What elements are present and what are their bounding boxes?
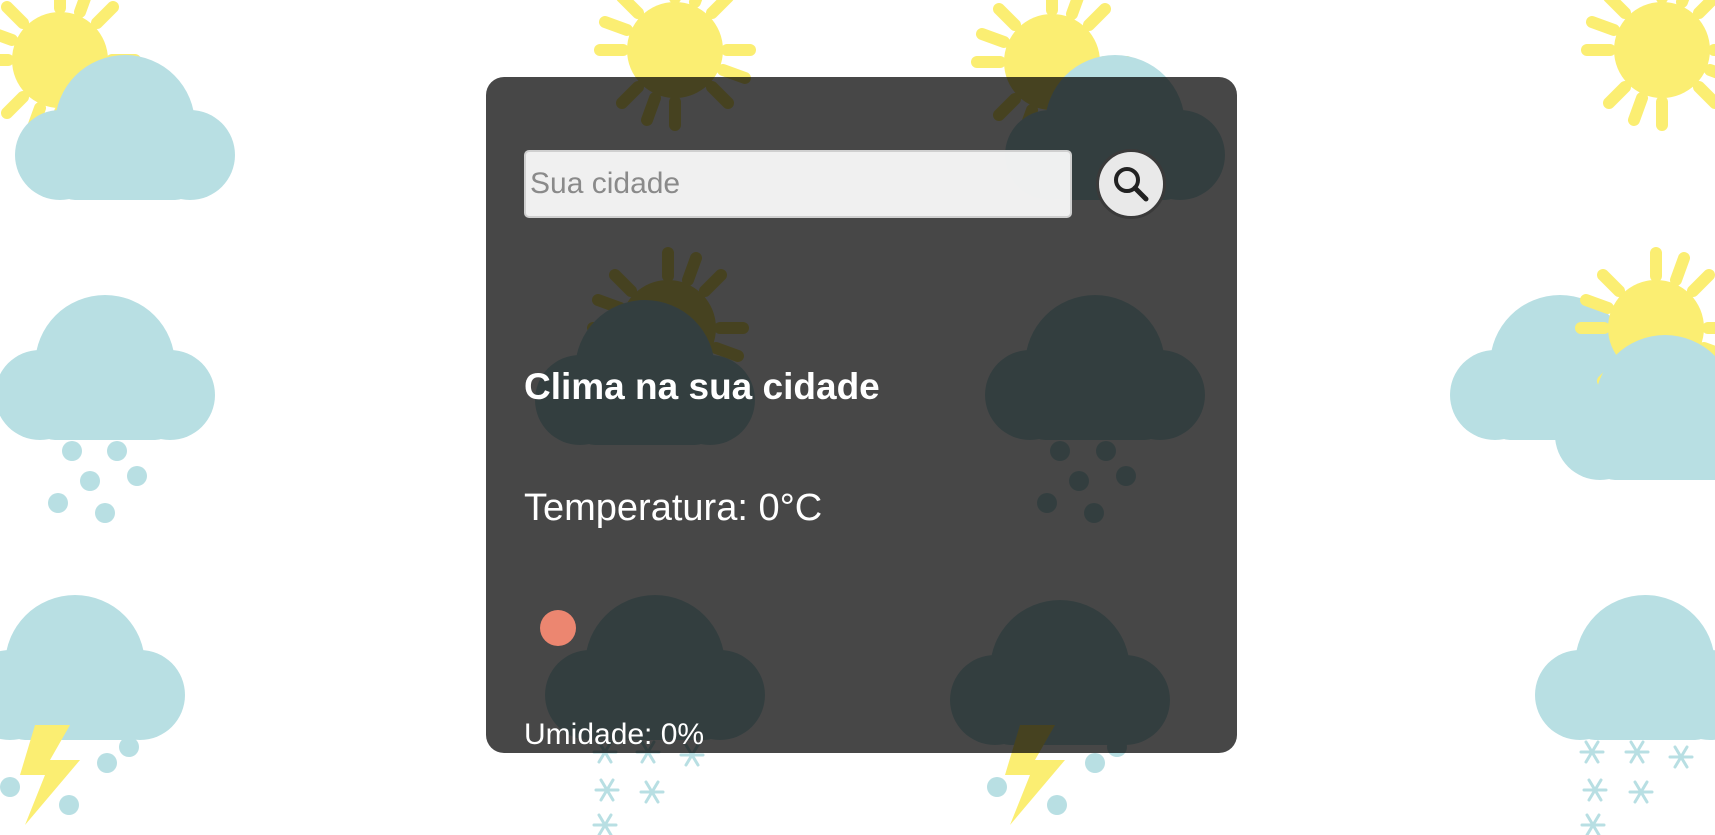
search-button[interactable] [1096,149,1166,219]
temperature-label: Temperatura: [524,487,748,529]
sun-cloud-icon [1450,253,1715,480]
city-search-input[interactable] [524,150,1072,218]
weather-title: Clima na sua cidade [524,366,880,407]
storm-cloud-icon [0,595,185,825]
search-icon [1114,167,1149,202]
humidity-label: Umidade: [524,718,653,751]
snow-cloud-icon [1535,595,1715,835]
temperature-value: 0°C [758,487,823,529]
temperature-row: Temperatura: 0°C [524,489,822,527]
sun-icon [1587,0,1715,125]
weather-icon [540,610,576,646]
humidity-value: 0% [660,718,705,751]
rain-cloud-icon [0,295,215,523]
weather-card: Clima na sua cidade Temperatura: 0°C Umi… [486,77,1237,753]
sun-cloud-icon [0,0,235,200]
humidity-row: Umidade: 0% [524,720,704,750]
